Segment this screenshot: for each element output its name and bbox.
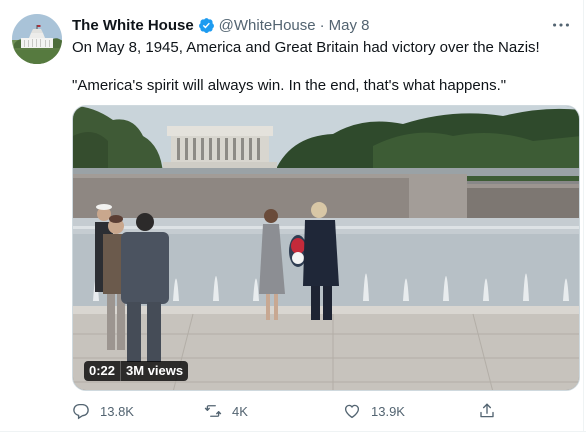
avatar[interactable]	[12, 14, 62, 64]
video-info-badges: 0:22 3M views	[84, 361, 189, 381]
verified-badge-icon	[198, 17, 215, 34]
author-handle[interactable]: @WhiteHouse	[219, 17, 316, 34]
video-frame-memorial-scene	[73, 106, 579, 390]
tweet-text-line-1: On May 8, 1945, America and Great Britai…	[72, 39, 540, 56]
video-duration: 0:22	[84, 361, 121, 381]
retweet-count: 4K	[232, 403, 248, 419]
like-count: 13.9K	[371, 403, 405, 419]
column-border	[583, 0, 584, 432]
tweet-date[interactable]: May 8	[329, 17, 370, 34]
tweet-text-line-2: "America's spirit will always win. In th…	[72, 77, 507, 94]
heart-icon	[344, 404, 360, 419]
video-player[interactable]	[72, 105, 580, 391]
tweet-card[interactable]: The White House @WhiteHouse · May 8 On M…	[0, 0, 586, 432]
reply-icon	[73, 403, 89, 420]
tweet-header: The White House @WhiteHouse · May 8	[72, 15, 369, 35]
video-view-count: 3M views	[120, 361, 189, 381]
share-button[interactable]	[478, 400, 496, 422]
tweet-actions: 13.8K 4K 13.9K	[72, 400, 512, 422]
more-options-icon[interactable]	[550, 14, 572, 36]
retweet-icon	[204, 405, 222, 417]
like-button[interactable]: 13.9K	[343, 400, 405, 422]
white-house-building-icon	[12, 14, 62, 64]
reply-button[interactable]: 13.8K	[72, 400, 134, 422]
header-separator: ·	[319, 16, 325, 34]
share-icon	[480, 403, 494, 418]
author-display-name[interactable]: The White House	[72, 17, 194, 34]
retweet-button[interactable]: 4K	[204, 400, 248, 422]
reply-count: 13.8K	[100, 403, 134, 419]
